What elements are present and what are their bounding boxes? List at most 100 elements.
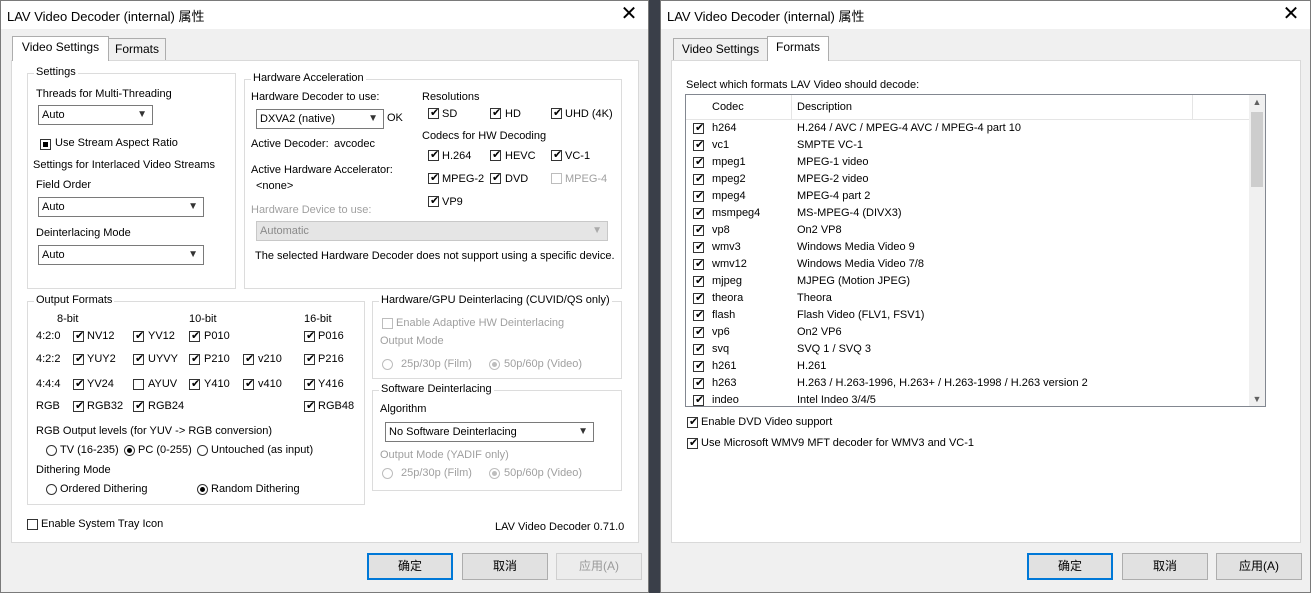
list-item[interactable]: ✔ svq SVQ 1 / SVQ 3	[686, 341, 1251, 358]
algorithm-select[interactable]: No Software Deinterlacing ▼	[385, 422, 594, 442]
codec-checkbox[interactable]: ✔	[693, 343, 704, 355]
res-uhd-checkbox[interactable]: ✔	[551, 107, 562, 119]
res-hd-checkbox[interactable]: ✔	[490, 107, 501, 119]
codec-checkbox[interactable]: ✔	[693, 224, 704, 236]
codec-vp9-checkbox[interactable]: ✔	[428, 195, 439, 207]
codec-checkbox[interactable]: ✔	[693, 156, 704, 168]
level-pc-radio[interactable]	[124, 445, 135, 456]
apply-button[interactable]: 应用(A)	[556, 553, 642, 580]
codec-checkbox[interactable]: ✔	[693, 241, 704, 253]
list-item[interactable]: ✔ vc1 SMPTE VC-1	[686, 137, 1251, 154]
fmt-rgb32-checkbox[interactable]: ✔	[73, 400, 84, 412]
threads-select[interactable]: Auto ▼	[38, 105, 153, 125]
list-item[interactable]: ✔ mpeg2 MPEG-2 video	[686, 171, 1251, 188]
codec-checkbox[interactable]: ✔	[693, 394, 704, 406]
list-item[interactable]: ✔ h261 H.261	[686, 358, 1251, 375]
codec-checkbox[interactable]: ✔	[693, 207, 704, 219]
close-icon[interactable]: ✕	[1280, 2, 1302, 26]
fmt-rgb24-checkbox[interactable]: ✔	[133, 400, 144, 412]
dvd-support-checkbox[interactable]: ✔	[687, 416, 698, 428]
codec-dvd-checkbox[interactable]: ✔	[490, 172, 501, 184]
close-icon[interactable]: ✕	[618, 2, 640, 26]
sw-video-radio[interactable]	[489, 468, 500, 479]
codec-hevc-checkbox[interactable]: ✔	[490, 149, 501, 161]
codec-checkbox[interactable]: ✔	[693, 275, 704, 287]
fmt-y410-checkbox[interactable]: ✔	[189, 378, 200, 390]
col-codec-header[interactable]: Codec	[712, 101, 744, 113]
ok-button[interactable]: 确定	[1027, 553, 1113, 580]
cancel-button[interactable]: 取消	[462, 553, 548, 580]
list-item[interactable]: ✔ theora Theora	[686, 290, 1251, 307]
level-untouched-radio[interactable]	[197, 445, 208, 456]
list-item[interactable]: ✔ indeo Intel Indeo 3/4/5	[686, 392, 1251, 406]
fmt-p010-checkbox[interactable]: ✔	[189, 330, 200, 342]
wmv9-mft-checkbox[interactable]: ✔	[687, 437, 698, 449]
dither-ordered-radio[interactable]	[46, 484, 57, 495]
gpu-film-radio[interactable]	[382, 359, 393, 370]
system-tray-checkbox[interactable]	[27, 519, 38, 530]
vertical-scrollbar[interactable]: ▲ ▼	[1249, 95, 1265, 406]
scroll-thumb[interactable]	[1251, 112, 1263, 187]
codec-mpeg4-checkbox[interactable]	[551, 173, 562, 184]
column-separator[interactable]	[1192, 95, 1193, 119]
tab-video-settings[interactable]: Video Settings	[12, 36, 109, 61]
codec-checkbox[interactable]: ✔	[693, 309, 704, 321]
ok-button[interactable]: 确定	[367, 553, 453, 580]
list-item[interactable]: ✔ msmpeg4 MS-MPEG-4 (DIVX3)	[686, 205, 1251, 222]
tab-video-settings[interactable]: Video Settings	[673, 38, 768, 60]
fmt-y416-checkbox[interactable]: ✔	[304, 378, 315, 390]
hw-decoder-select[interactable]: DXVA2 (native) ▼	[256, 109, 384, 129]
codec-h264-checkbox[interactable]: ✔	[428, 149, 439, 161]
tab-formats[interactable]: Formats	[108, 38, 166, 60]
stream-aspect-checkbox[interactable]	[40, 139, 51, 150]
fmt-p216-checkbox[interactable]: ✔	[304, 353, 315, 365]
codec-checkbox[interactable]: ✔	[693, 360, 704, 372]
fmt-v210-checkbox[interactable]: ✔	[243, 353, 254, 365]
scroll-up-icon[interactable]: ▲	[1249, 97, 1265, 107]
list-item[interactable]: ✔ mjpeg MJPEG (Motion JPEG)	[686, 273, 1251, 290]
list-item[interactable]: ✔ h263 H.263 / H.263-1996, H.263+ / H.263-…	[686, 375, 1251, 392]
fmt-uyvy-checkbox[interactable]: ✔	[133, 353, 144, 365]
adaptive-hw-deint-checkbox[interactable]	[382, 318, 393, 329]
codec-checkbox[interactable]: ✔	[693, 258, 704, 270]
codec-checkbox[interactable]: ✔	[693, 377, 704, 389]
gpu-video-radio[interactable]	[489, 359, 500, 370]
list-item[interactable]: ✔ flash Flash Video (FLV1, FSV1)	[686, 307, 1251, 324]
codec-checkbox[interactable]: ✔	[693, 326, 704, 338]
fmt-p016-checkbox[interactable]: ✔	[304, 330, 315, 342]
list-item[interactable]: ✔ mpeg1 MPEG-1 video	[686, 154, 1251, 171]
apply-button[interactable]: 应用(A)	[1216, 553, 1302, 580]
fmt-yv12-checkbox[interactable]: ✔	[133, 330, 144, 342]
list-item[interactable]: ✔ vp8 On2 VP8	[686, 222, 1251, 239]
fmt-ayuv-checkbox[interactable]	[133, 379, 144, 390]
codec-checkbox[interactable]: ✔	[693, 139, 704, 151]
list-item[interactable]: ✔ mpeg4 MPEG-4 part 2	[686, 188, 1251, 205]
res-sd-checkbox[interactable]: ✔	[428, 107, 439, 119]
list-item[interactable]: ✔ wmv3 Windows Media Video 9	[686, 239, 1251, 256]
sw-film-radio[interactable]	[382, 468, 393, 479]
col-desc-header[interactable]: Description	[797, 101, 852, 113]
cancel-button[interactable]: 取消	[1122, 553, 1208, 580]
fmt-yuy2-checkbox[interactable]: ✔	[73, 353, 84, 365]
deint-mode-select[interactable]: Auto ▼	[38, 245, 204, 265]
list-item[interactable]: ✔ wmv12 Windows Media Video 7/8	[686, 256, 1251, 273]
fmt-nv12-checkbox[interactable]: ✔	[73, 330, 84, 342]
list-item[interactable]: ✔ h264 H.264 / AVC / MPEG-4 AVC / MPEG-4 p…	[686, 120, 1251, 137]
fmt-p210-checkbox[interactable]: ✔	[189, 353, 200, 365]
column-separator[interactable]	[791, 95, 792, 119]
codec-checkbox[interactable]: ✔	[693, 173, 704, 185]
codec-checkbox[interactable]: ✔	[693, 190, 704, 202]
codec-checkbox[interactable]: ✔	[693, 292, 704, 304]
codec-vc1-checkbox[interactable]: ✔	[551, 149, 562, 161]
fmt-v410-checkbox[interactable]: ✔	[243, 378, 254, 390]
level-tv-radio[interactable]	[46, 445, 57, 456]
codec-checkbox[interactable]: ✔	[693, 122, 704, 134]
tab-formats[interactable]: Formats	[767, 36, 829, 61]
scroll-down-icon[interactable]: ▼	[1249, 394, 1265, 404]
fmt-yv24-checkbox[interactable]: ✔	[73, 378, 84, 390]
hw-device-select[interactable]: Automatic ▼	[256, 221, 608, 241]
list-item[interactable]: ✔ vp6 On2 VP6	[686, 324, 1251, 341]
field-order-select[interactable]: Auto ▼	[38, 197, 204, 217]
dither-random-radio[interactable]	[197, 484, 208, 495]
fmt-rgb48-checkbox[interactable]: ✔	[304, 400, 315, 412]
